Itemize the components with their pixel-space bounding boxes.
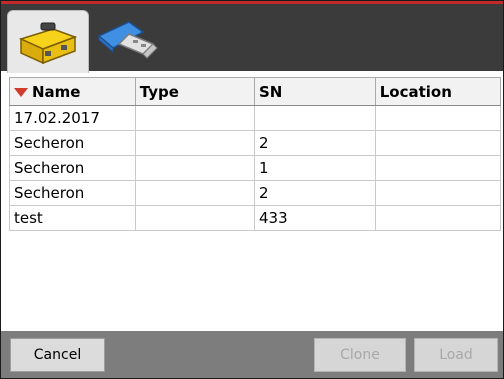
cell-location <box>374 130 502 156</box>
cell-location <box>374 105 502 131</box>
yellow-toolbox-icon <box>18 22 78 65</box>
cell-type <box>134 155 255 181</box>
load-button[interactable]: Load <box>414 338 498 372</box>
cell-sn: 1 <box>253 155 376 181</box>
window: Name Type SN Location 17.02.2017 Sechero… <box>0 0 504 379</box>
column-header-location[interactable]: Location <box>374 77 502 106</box>
table-row[interactable]: test 433 <box>9 205 502 231</box>
column-header-name[interactable]: Name <box>9 77 136 106</box>
cell-location <box>374 180 502 206</box>
clone-button[interactable]: Clone <box>314 338 406 372</box>
column-header-type[interactable]: Type <box>134 77 255 106</box>
cell-sn: 2 <box>253 130 376 156</box>
table-row[interactable]: Secheron 2 <box>9 180 502 206</box>
sort-descending-icon <box>14 87 28 97</box>
cell-name: Secheron <box>9 155 136 181</box>
table-row[interactable]: 17.02.2017 <box>9 105 502 131</box>
tab-toolbox[interactable] <box>7 10 89 73</box>
cell-sn <box>253 105 376 131</box>
column-header-sn[interactable]: SN <box>253 77 376 106</box>
cell-name: 17.02.2017 <box>9 105 136 131</box>
cell-sn: 2 <box>253 180 376 206</box>
cancel-button[interactable]: Cancel <box>10 338 105 372</box>
cell-type <box>134 105 255 131</box>
cell-sn: 433 <box>253 205 376 231</box>
bottom-button-bar: Cancel Clone Load <box>1 331 503 378</box>
table-row[interactable]: Secheron 2 <box>9 130 502 156</box>
table-header-row: Name Type SN Location <box>9 77 502 106</box>
cell-name: Secheron <box>9 180 136 206</box>
cell-name: Secheron <box>9 130 136 156</box>
cell-type <box>134 205 255 231</box>
cell-location <box>374 155 502 181</box>
cell-type <box>134 130 255 156</box>
top-toolbar <box>1 1 503 73</box>
cell-type <box>134 180 255 206</box>
device-table: Name Type SN Location 17.02.2017 Sechero… <box>9 77 502 231</box>
usb-drive-icon <box>97 21 158 59</box>
tab-usb[interactable] <box>89 10 169 72</box>
cell-location <box>374 205 502 231</box>
cell-name: test <box>9 205 136 231</box>
table-row[interactable]: Secheron 1 <box>9 155 502 181</box>
